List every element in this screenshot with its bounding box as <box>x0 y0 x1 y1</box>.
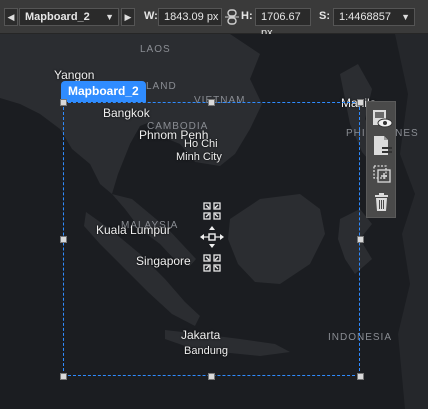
mapboard-toolbar: ◀ Mapboard_2 ▼ ▶ W: 1843.09 px H: 1706.6… <box>0 0 428 39</box>
scale-select-value: 1:4468857 <box>339 11 391 23</box>
duplicate-icon[interactable] <box>370 162 393 186</box>
scale-label: S: <box>319 10 330 22</box>
move-icon[interactable] <box>200 226 224 248</box>
resize-handle-bottom-right[interactable] <box>357 373 364 380</box>
resize-handle-top-left[interactable] <box>60 99 67 106</box>
height-field[interactable]: 1706.67 px <box>255 8 311 39</box>
preview-eye-icon[interactable] <box>370 107 393 131</box>
scale-select[interactable]: 1:4468857 ▼ <box>333 8 415 26</box>
resize-handle-top[interactable] <box>208 99 215 106</box>
height-label: H: <box>241 10 253 22</box>
width-label: W: <box>144 10 158 22</box>
resize-handle-left[interactable] <box>60 236 67 243</box>
region-label-laos: LAOS <box>140 44 171 55</box>
chevron-down-icon: ▼ <box>401 12 410 22</box>
link-proportions-icon[interactable] <box>225 9 239 25</box>
resize-handle-right[interactable] <box>357 236 364 243</box>
resize-handle-bottom[interactable] <box>208 373 215 380</box>
mapboard-select[interactable]: Mapboard_2 ▼ <box>19 8 119 26</box>
zoom-out-extent-icon[interactable] <box>203 254 221 272</box>
mapboard-select-value: Mapboard_2 <box>25 11 90 23</box>
chevron-down-icon: ▼ <box>105 12 114 22</box>
region-label-thailand: LAND <box>146 81 177 92</box>
page-settings-icon[interactable] <box>370 134 393 158</box>
mapboard-actions-panel <box>366 101 396 218</box>
resize-handle-top-right[interactable] <box>357 99 364 106</box>
place-label-yangon: Yangon <box>54 68 95 82</box>
chevron-right-icon[interactable]: ▶ <box>121 8 135 26</box>
trash-icon[interactable] <box>370 190 393 214</box>
chevron-left-icon[interactable]: ◀ <box>4 8 18 26</box>
mapboard-name-tag[interactable]: Mapboard_2 <box>61 81 146 102</box>
resize-handle-bottom-left[interactable] <box>60 373 67 380</box>
zoom-in-extent-icon[interactable] <box>203 202 221 220</box>
width-field[interactable]: 1843.09 px <box>158 8 222 26</box>
